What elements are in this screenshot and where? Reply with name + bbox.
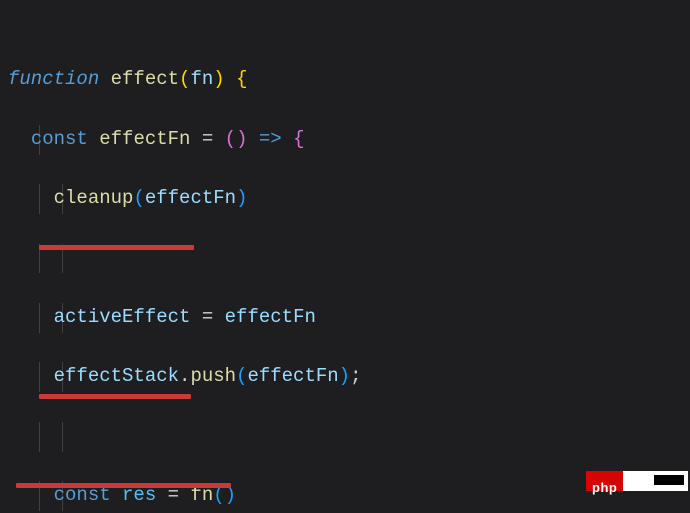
code-line: const effectFn = () => { <box>8 125 690 155</box>
watermark: php <box>586 471 688 491</box>
keyword-const: const <box>31 128 88 150</box>
var-name: effectFn <box>99 128 190 150</box>
code-line <box>8 422 690 452</box>
code-line: activeEffect = effectFn <box>8 303 690 333</box>
function-name: effect <box>111 68 179 90</box>
param: fn <box>190 68 213 90</box>
code-line: effectStack.push(effectFn); <box>8 362 690 392</box>
keyword-function: function <box>8 68 99 90</box>
underline-annotation <box>39 394 191 399</box>
watermark-text: php <box>586 471 623 491</box>
watermark-box <box>623 471 688 491</box>
underline-annotation <box>39 245 194 250</box>
underline-annotation <box>16 483 231 488</box>
code-line: function effect(fn) { <box>8 65 690 95</box>
code-block: function effect(fn) { const effectFn = (… <box>0 0 690 513</box>
arrow: => <box>259 128 282 150</box>
code-line: cleanup(effectFn) <box>8 184 690 214</box>
call-cleanup: cleanup <box>54 187 134 209</box>
